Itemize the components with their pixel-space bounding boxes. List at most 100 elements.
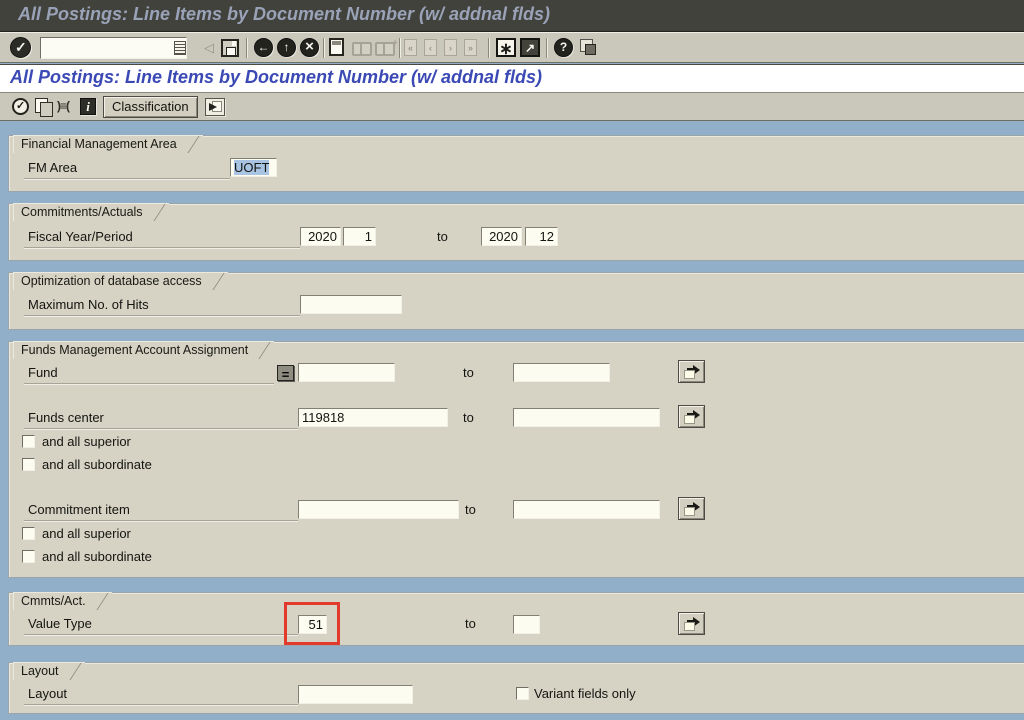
to-label: to [463,365,474,380]
field-underline [24,704,298,705]
selection-option-equal-icon[interactable] [277,365,294,381]
annotation-highlight-box [284,602,340,645]
next-page-icon [444,39,457,56]
command-input[interactable] [40,37,187,59]
section-commitments-actuals: Commitments/Actuals Fiscal Year/Period 2… [8,203,1024,261]
enter-icon[interactable] [10,37,31,58]
create-shortcut-icon[interactable] [520,38,540,57]
fund-to-field[interactable] [513,363,610,382]
system-toolbar [0,32,1024,63]
back-icon[interactable] [254,38,273,57]
commitment-subordinate-checkbox[interactable] [22,550,35,563]
fiscal-period-from-field[interactable]: 1 [343,227,376,246]
commitment-item-label: Commitment item [28,502,130,517]
commitment-item-multiple-selection-button[interactable] [678,497,705,520]
toolbar-divider [546,38,548,58]
cancel-icon[interactable] [300,38,319,57]
section-title: Cmmts/Act. [13,592,112,610]
application-toolbar: Classification [0,92,1024,121]
funds-center-to-field[interactable] [513,408,660,427]
to-label: to [437,229,448,244]
fm-area-field[interactable]: UOFT [230,158,277,177]
max-hits-label: Maximum No. of Hits [28,297,149,312]
fm-area-value: UOFT [234,160,270,175]
get-variant-icon[interactable] [35,98,53,117]
field-underline [24,520,298,521]
find-icon [352,42,372,56]
funds-center-multiple-selection-button[interactable] [678,405,705,428]
page-title: All Postings: Line Items by Document Num… [10,67,543,87]
layout-field[interactable] [298,685,413,704]
field-underline [24,428,298,429]
toolbar-divider [488,38,490,58]
commitment-item-to-field[interactable] [513,500,660,519]
selection-options-icon[interactable] [57,99,69,113]
last-page-icon [464,39,477,56]
field-underline [24,634,298,635]
max-hits-field[interactable] [300,295,402,314]
to-label: to [463,410,474,425]
fund-label: Fund [28,365,58,380]
dynamic-selections-icon[interactable] [205,98,225,116]
section-title: Funds Management Account Assignment [13,341,275,359]
to-label: to [465,616,476,631]
page-title-strip: All Postings: Line Items by Document Num… [0,64,1024,92]
field-underline [24,383,274,384]
previous-page-icon [424,39,437,56]
classification-button[interactable]: Classification [103,96,198,118]
funds-center-superior-checkbox[interactable] [22,435,35,448]
field-underline [24,247,300,248]
section-title: Commitments/Actuals [13,203,169,221]
variant-fields-only-checkbox[interactable] [516,687,529,700]
execute-icon[interactable] [12,98,29,115]
funds-center-subordinate-checkbox[interactable] [22,458,35,471]
fiscal-year-to-field[interactable]: 2020 [481,227,522,246]
layout-label: Layout [28,686,68,701]
subordinate-label: and all subordinate [42,457,152,472]
superior-label: and all superior [42,434,131,449]
info-icon[interactable] [80,98,96,115]
section-fm-account-assignment: Funds Management Account Assignment Fund… [8,341,1024,578]
command-history-icon[interactable] [174,41,186,55]
window-titlebar: All Postings: Line Items by Document Num… [0,0,1024,32]
exit-icon[interactable] [277,38,296,57]
save-icon[interactable] [221,39,239,57]
section-title: Financial Management Area [13,135,203,153]
commitment-item-from-field[interactable] [298,500,459,519]
fiscal-period-to-field[interactable]: 12 [525,227,558,246]
superior-label: and all superior [42,526,131,541]
fiscal-year-period-label: Fiscal Year/Period [28,229,133,244]
first-page-icon [404,39,417,56]
fund-multiple-selection-button[interactable] [678,360,705,383]
back-triangle-icon[interactable] [204,40,214,56]
section-financial-management-area: Financial Management Area FM Area UOFT [8,135,1024,192]
find-next-icon [375,42,395,56]
fm-area-label: FM Area [28,160,78,175]
customize-layout-icon[interactable] [580,39,596,55]
fund-from-field[interactable] [298,363,395,382]
subordinate-label: and all subordinate [42,549,152,564]
section-layout: Layout Layout Variant fields only [8,662,1024,714]
fiscal-year-from-field[interactable]: 2020 [300,227,341,246]
value-type-multiple-selection-button[interactable] [678,612,705,635]
funds-center-label: Funds center [28,410,104,425]
field-underline [24,178,230,179]
value-type-label: Value Type [28,616,92,631]
commitment-superior-checkbox[interactable] [22,527,35,540]
section-title: Layout [13,662,85,680]
section-cmmts-act: Cmmts/Act. Value Type 51 to [8,592,1024,646]
toolbar-divider [399,38,401,58]
print-icon[interactable] [329,38,344,56]
variant-fields-only-label: Variant fields only [534,686,636,701]
new-session-icon[interactable] [496,38,516,59]
toolbar-divider [323,38,325,58]
section-optimization: Optimization of database access Maximum … [8,272,1024,330]
field-underline [24,315,300,316]
help-icon[interactable] [554,38,573,57]
funds-center-from-field[interactable]: 119818 [298,408,448,427]
section-title: Optimization of database access [13,272,228,290]
window-title: All Postings: Line Items by Document Num… [18,4,551,24]
value-type-to-field[interactable] [513,615,540,634]
toolbar-divider [246,38,248,58]
to-label: to [465,502,476,517]
